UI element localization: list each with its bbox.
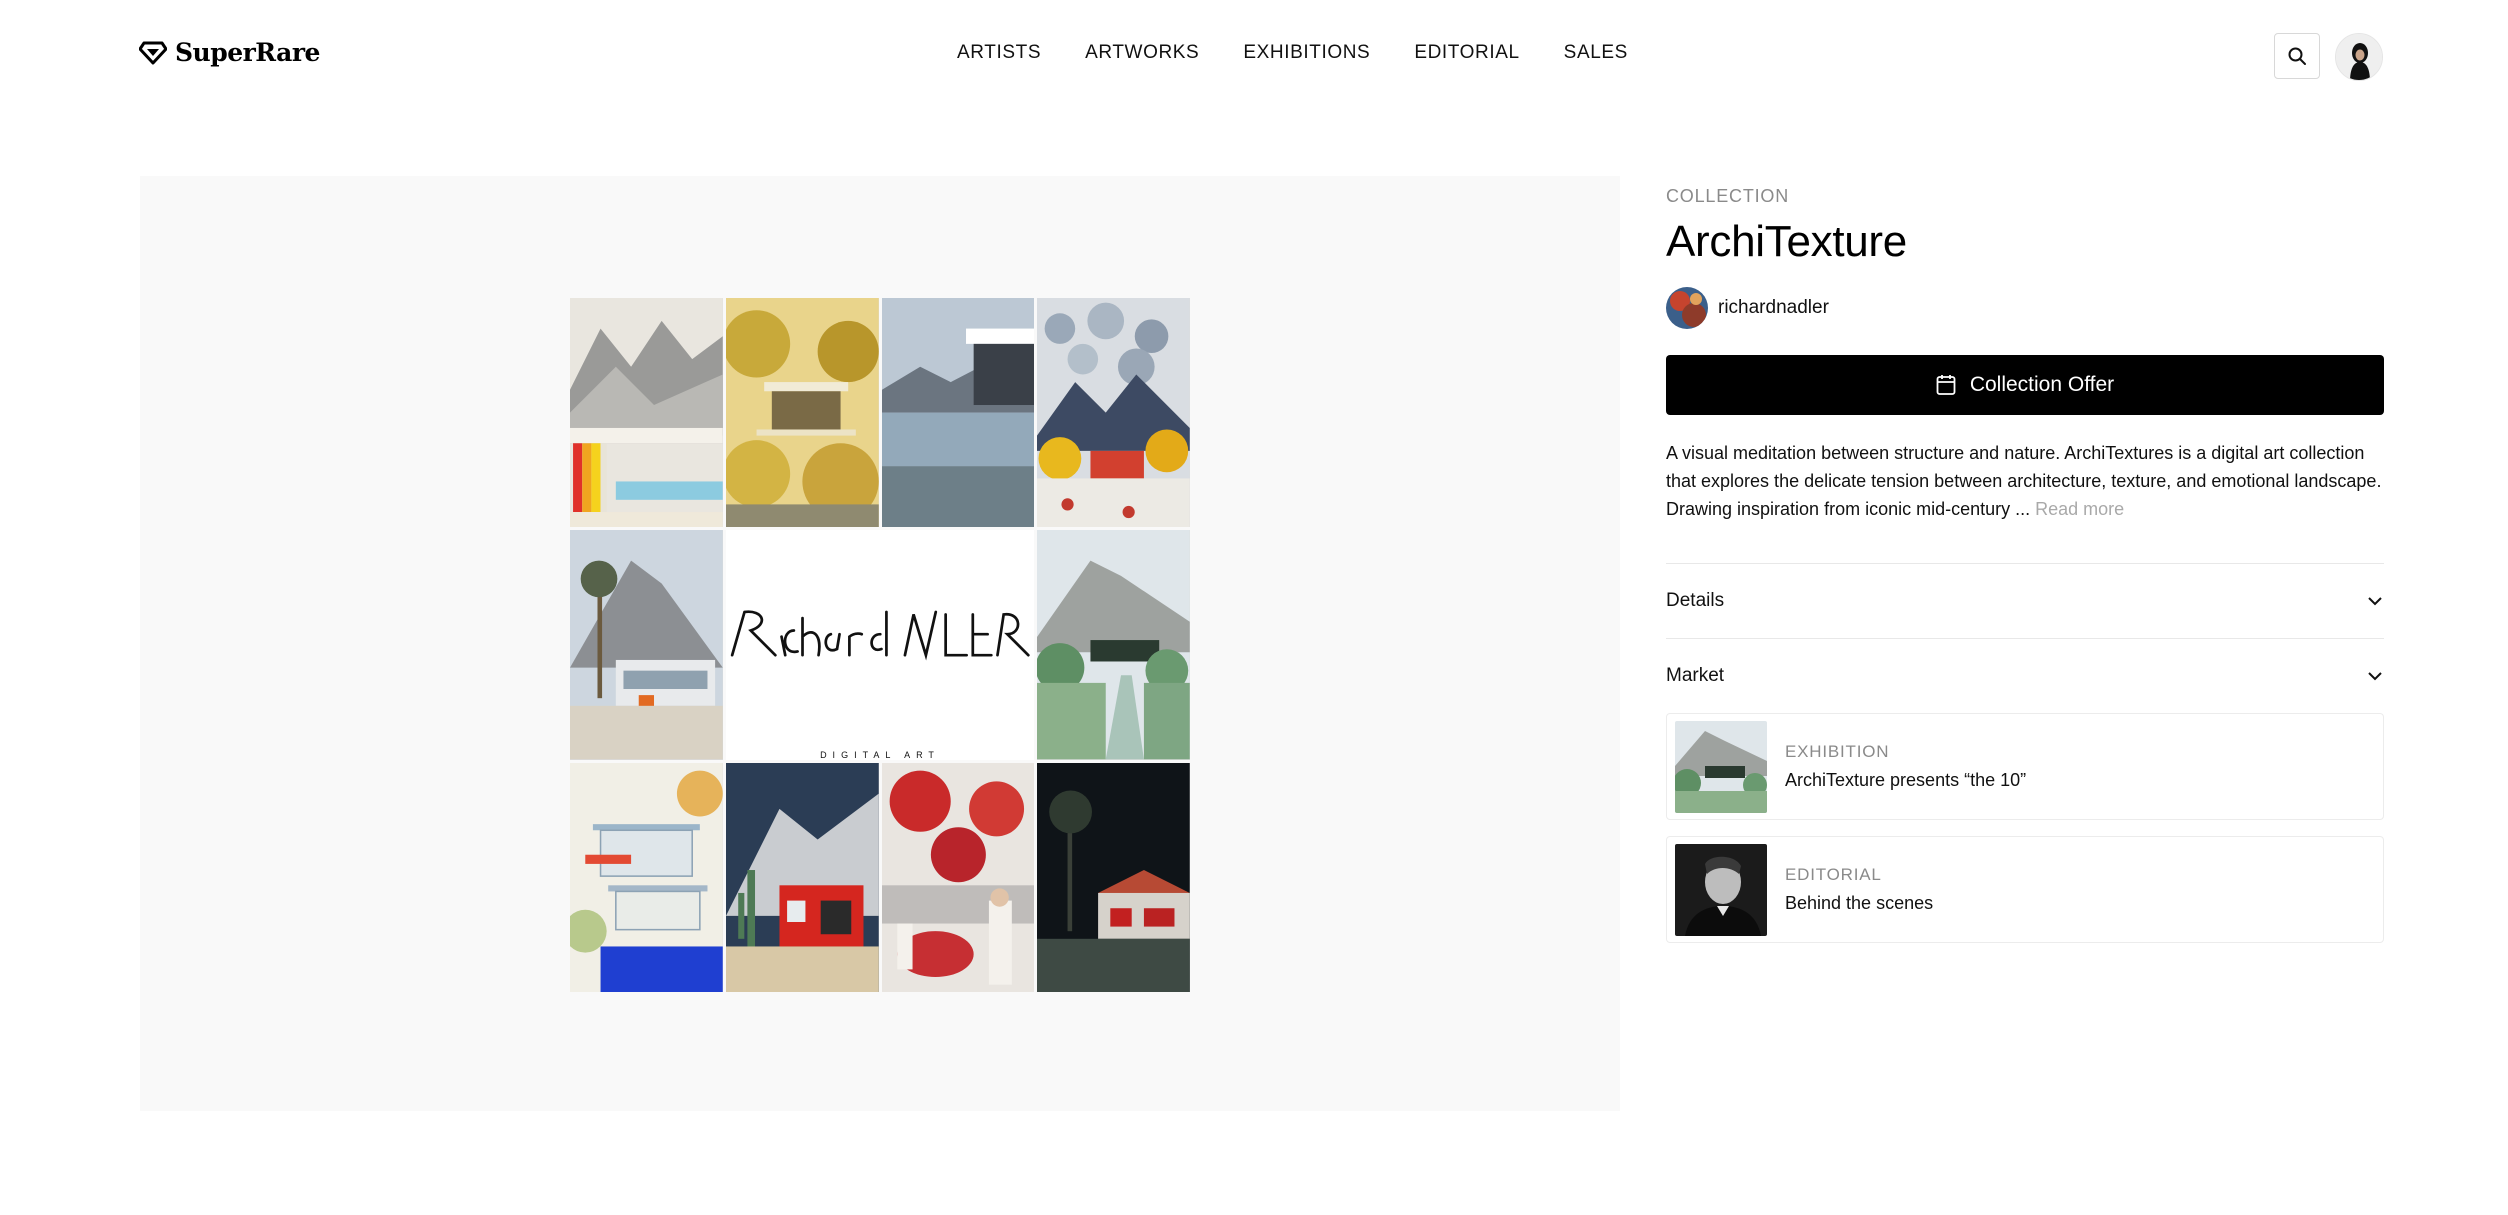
- user-avatar[interactable]: [2335, 33, 2383, 81]
- accordion-group: Details Market: [1666, 563, 2384, 713]
- brand-name: SuperRare: [175, 38, 320, 67]
- superrare-logo[interactable]: SuperRare: [139, 38, 320, 67]
- editorial-card-text: EDITORIAL Behind the scenes: [1785, 865, 1933, 914]
- editorial-card-title: Behind the scenes: [1785, 893, 1934, 913]
- exhibition-card[interactable]: EXHIBITION ArchiTexture presents “the 10…: [1666, 713, 2384, 820]
- artist-signature-mark: [730, 610, 1030, 661]
- exhibition-card-text: EXHIBITION ArchiTexture presents “the 10…: [1785, 742, 2026, 791]
- creator-link[interactable]: richardnadler: [1666, 287, 2384, 329]
- nav-sales[interactable]: SALES: [1564, 42, 1628, 64]
- artwork-thumb-2[interactable]: [725, 298, 879, 528]
- nav-artworks[interactable]: ARTWORKS: [1085, 42, 1199, 64]
- artwork-thumb-3[interactable]: [881, 298, 1035, 528]
- editorial-card-kind: EDITORIAL: [1785, 865, 1882, 884]
- artwork-thumb-8[interactable]: [725, 762, 879, 992]
- chevron-down-icon: [2368, 672, 2382, 681]
- collection-info-panel: COLLECTION ArchiTexture richardnadler Co…: [1666, 176, 2384, 959]
- details-accordion[interactable]: Details: [1666, 563, 2384, 638]
- read-more-link[interactable]: Read more: [2035, 499, 2124, 519]
- collection-artwork-grid: DIGITAL ART: [570, 298, 1190, 992]
- exhibition-card-title: ArchiTexture presents “the 10”: [1785, 770, 2027, 790]
- user-avatar-image: [2336, 34, 2382, 80]
- nav-editorial[interactable]: EDITORIAL: [1414, 42, 1519, 64]
- diamond-logo-icon: [139, 41, 167, 64]
- artwork-media-panel: DIGITAL ART: [140, 176, 1620, 1111]
- offer-icon: [1936, 375, 1956, 395]
- artwork-thumb-9[interactable]: [881, 762, 1035, 992]
- market-accordion-label: Market: [1666, 665, 1725, 686]
- details-accordion-label: Details: [1666, 590, 1725, 611]
- collection-description-text: A visual meditation between structure an…: [1666, 443, 2382, 519]
- exhibition-thumb: [1675, 720, 1767, 813]
- nav-artists[interactable]: ARTISTS: [957, 42, 1041, 64]
- artwork-thumb-7[interactable]: [570, 762, 723, 992]
- artwork-thumb-1[interactable]: [570, 298, 723, 528]
- artist-signature-subtitle: DIGITAL ART: [820, 749, 940, 760]
- artist-signature-tile: DIGITAL ART: [725, 530, 1035, 760]
- main-nav: ARTISTS ARTWORKS EXHIBITIONS EDITORIAL S…: [957, 42, 1628, 64]
- site-header: SuperRare ARTISTS ARTWORKS EXHIBITIONS E…: [0, 0, 2508, 112]
- artwork-thumb-4[interactable]: [1037, 298, 1190, 528]
- nav-exhibitions[interactable]: EXHIBITIONS: [1243, 42, 1370, 64]
- search-icon: [2288, 47, 2306, 65]
- chevron-down-icon: [2368, 597, 2382, 606]
- exhibition-card-kind: EXHIBITION: [1785, 742, 1890, 761]
- artwork-thumb-6[interactable]: [1037, 530, 1190, 760]
- creator-avatar-image: [1666, 287, 1708, 329]
- collection-offer-label: Collection Offer: [1969, 373, 2115, 396]
- creator-avatar: [1666, 287, 1708, 329]
- collection-title: ArchiTexture: [1666, 217, 1907, 266]
- collection-offer-button[interactable]: Collection Offer: [1666, 355, 2384, 415]
- search-button[interactable]: [2274, 33, 2320, 79]
- creator-name: richardnadler: [1718, 297, 1829, 318]
- artwork-thumb-5[interactable]: [570, 530, 723, 760]
- collection-eyebrow: COLLECTION: [1666, 186, 1790, 206]
- editorial-card[interactable]: EDITORIAL Behind the scenes: [1666, 836, 2384, 943]
- collection-description: A visual meditation between structure an…: [1666, 439, 2384, 523]
- editorial-thumb: [1675, 843, 1767, 936]
- market-accordion[interactable]: Market: [1666, 638, 2384, 713]
- artwork-thumb-10[interactable]: [1037, 762, 1190, 992]
